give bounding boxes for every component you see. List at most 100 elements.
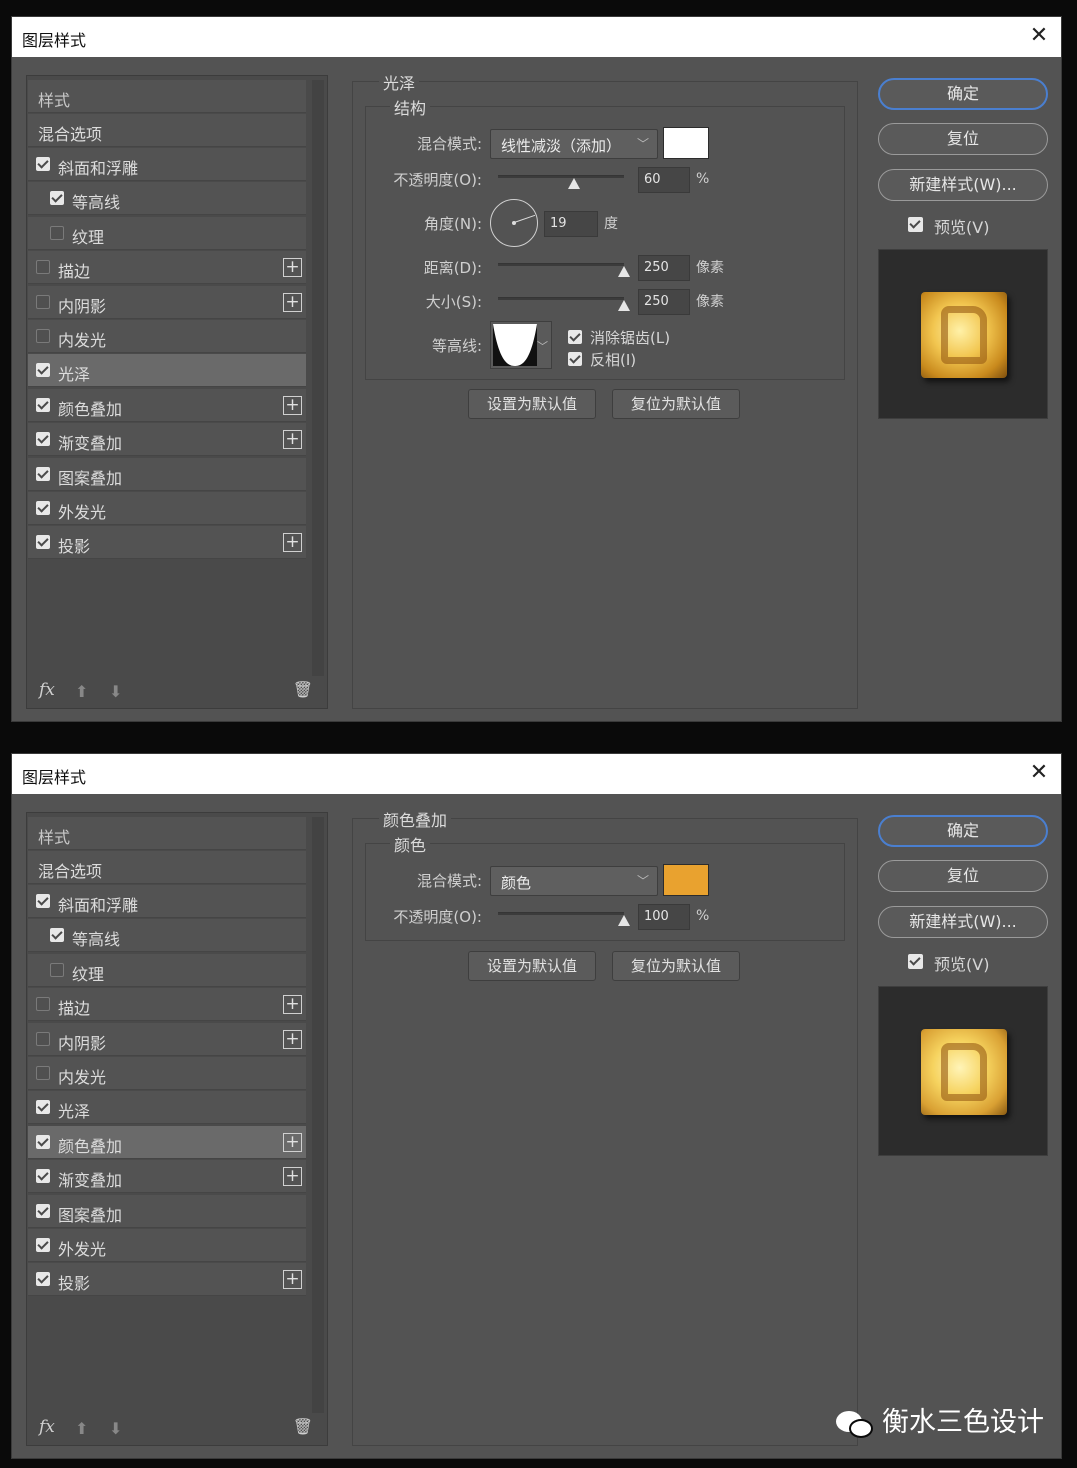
color-swatch[interactable] bbox=[663, 127, 709, 159]
style-item[interactable]: 斜面和浮雕 bbox=[28, 148, 306, 181]
move-down-icon[interactable]: ⬇ bbox=[109, 682, 122, 701]
style-item[interactable]: 纹理 bbox=[28, 953, 306, 987]
style-item[interactable]: 渐变叠加 + bbox=[28, 423, 306, 457]
trash-icon[interactable]: 🗑 bbox=[293, 680, 313, 699]
style-item-checkbox[interactable] bbox=[36, 329, 50, 343]
style-list-header[interactable]: 样式 bbox=[28, 817, 306, 850]
style-list-scrollbar[interactable] bbox=[312, 817, 324, 1413]
style-item-checkbox[interactable] bbox=[36, 997, 50, 1012]
distance-slider-thumb[interactable] bbox=[618, 266, 630, 277]
style-item[interactable]: 内阴影 + bbox=[28, 1022, 306, 1056]
style-item[interactable]: 颜色叠加 + bbox=[28, 388, 306, 422]
style-item[interactable]: 渐变叠加 + bbox=[28, 1160, 306, 1194]
new-style-button[interactable]: 新建样式(W)... bbox=[878, 906, 1048, 938]
style-list-header[interactable]: 样式 bbox=[28, 80, 306, 113]
ok-button[interactable]: 确定 bbox=[878, 78, 1048, 110]
add-effect-plus-icon[interactable]: + bbox=[283, 1132, 302, 1152]
style-item-checkbox[interactable] bbox=[36, 501, 50, 515]
trash-icon[interactable]: 🗑 bbox=[293, 1417, 313, 1436]
add-effect-plus-icon[interactable]: + bbox=[283, 533, 302, 553]
style-item-checkbox[interactable] bbox=[36, 1031, 50, 1046]
style-item[interactable]: 外发光 bbox=[28, 492, 306, 525]
style-item[interactable]: 等高线 bbox=[28, 182, 306, 216]
style-item[interactable]: 内阴影 + bbox=[28, 285, 306, 319]
preview-check-icon[interactable] bbox=[908, 217, 923, 232]
add-effect-plus-icon[interactable]: + bbox=[283, 292, 302, 312]
add-effect-plus-icon[interactable]: + bbox=[283, 995, 302, 1015]
opacity-slider[interactable] bbox=[498, 175, 624, 189]
style-item[interactable]: 等高线 bbox=[28, 919, 306, 953]
blend-mode-select[interactable]: 颜色 ﹀ bbox=[490, 866, 658, 896]
fx-icon[interactable]: fx bbox=[39, 680, 55, 700]
style-item-checkbox[interactable] bbox=[36, 1169, 50, 1184]
close-icon[interactable]: ✕ bbox=[1027, 760, 1051, 786]
style-item-checkbox[interactable] bbox=[36, 1238, 50, 1252]
opacity-slider[interactable] bbox=[498, 912, 630, 926]
add-effect-plus-icon[interactable]: + bbox=[283, 1167, 302, 1187]
reset-button[interactable]: 复位 bbox=[878, 860, 1048, 892]
fx-icon[interactable]: fx bbox=[39, 1417, 55, 1437]
color-swatch[interactable] bbox=[663, 864, 709, 896]
style-item[interactable]: 描边 + bbox=[28, 251, 306, 285]
contour-picker[interactable]: ﹀ bbox=[490, 321, 552, 369]
style-item[interactable]: 内发光 bbox=[28, 1057, 306, 1090]
style-item[interactable]: 颜色叠加 + bbox=[28, 1125, 306, 1159]
style-item-checkbox[interactable] bbox=[36, 1066, 50, 1080]
invert-check-icon[interactable] bbox=[568, 352, 582, 366]
style-list-scrollbar[interactable] bbox=[312, 80, 324, 676]
style-item-checkbox[interactable] bbox=[36, 1100, 50, 1115]
opacity-input[interactable]: 100 bbox=[638, 904, 690, 930]
opacity-slider-thumb[interactable] bbox=[567, 178, 580, 189]
blend-mode-select[interactable]: 线性减淡（添加） ﹀ bbox=[490, 129, 658, 159]
style-item[interactable]: 图案叠加 bbox=[28, 1194, 306, 1228]
size-slider[interactable] bbox=[498, 297, 630, 311]
style-item[interactable]: 斜面和浮雕 bbox=[28, 885, 306, 918]
new-style-button[interactable]: 新建样式(W)... bbox=[878, 169, 1048, 201]
opacity-slider-thumb[interactable] bbox=[618, 915, 630, 926]
add-effect-plus-icon[interactable]: + bbox=[283, 258, 302, 278]
style-item[interactable]: 内发光 bbox=[28, 320, 306, 353]
opacity-input[interactable]: 60 bbox=[638, 167, 690, 193]
move-down-icon[interactable]: ⬇ bbox=[109, 1419, 122, 1438]
style-item-checkbox[interactable] bbox=[50, 962, 64, 977]
style-item-checkbox[interactable] bbox=[36, 260, 50, 275]
style-item[interactable]: 投影 + bbox=[28, 526, 306, 560]
size-slider-thumb[interactable] bbox=[618, 300, 630, 311]
add-effect-plus-icon[interactable]: + bbox=[283, 430, 302, 450]
antialias-check-icon[interactable] bbox=[568, 330, 582, 344]
style-item-checkbox[interactable] bbox=[50, 191, 64, 206]
style-item-checkbox[interactable] bbox=[36, 1272, 50, 1287]
distance-input[interactable]: 250 bbox=[638, 255, 690, 281]
distance-slider[interactable] bbox=[498, 263, 630, 277]
style-item-checkbox[interactable] bbox=[36, 535, 50, 550]
style-item[interactable]: 外发光 bbox=[28, 1229, 306, 1262]
style-item-checkbox[interactable] bbox=[36, 1203, 50, 1218]
style-item-checkbox[interactable] bbox=[36, 432, 50, 447]
style-item-checkbox[interactable] bbox=[36, 363, 50, 378]
add-effect-plus-icon[interactable]: + bbox=[283, 1270, 302, 1290]
style-item-checkbox[interactable] bbox=[36, 397, 50, 412]
style-item-checkbox[interactable] bbox=[50, 928, 64, 943]
style-item-checkbox[interactable] bbox=[36, 1134, 50, 1149]
style-item-checkbox[interactable] bbox=[36, 157, 50, 171]
ok-button[interactable]: 确定 bbox=[878, 815, 1048, 847]
style-item[interactable]: 纹理 bbox=[28, 216, 306, 250]
set-default-button[interactable]: 设置为默认值 bbox=[468, 389, 596, 419]
style-item-checkbox[interactable] bbox=[36, 894, 50, 908]
reset-default-button[interactable]: 复位为默认值 bbox=[612, 389, 740, 419]
style-item[interactable]: 光泽 bbox=[28, 1091, 306, 1125]
close-icon[interactable]: ✕ bbox=[1027, 23, 1051, 49]
style-item[interactable]: 图案叠加 bbox=[28, 457, 306, 491]
add-effect-plus-icon[interactable]: + bbox=[283, 395, 302, 415]
style-item[interactable]: 光泽 bbox=[28, 354, 306, 388]
move-up-icon[interactable]: ⬆ bbox=[75, 1419, 88, 1438]
blend-options-item[interactable]: 混合选项 bbox=[28, 851, 306, 884]
reset-default-button[interactable]: 复位为默认值 bbox=[612, 951, 740, 981]
style-item-checkbox[interactable] bbox=[36, 294, 50, 309]
style-item[interactable]: 描边 + bbox=[28, 988, 306, 1022]
style-item-checkbox[interactable] bbox=[50, 225, 64, 240]
blend-options-item[interactable]: 混合选项 bbox=[28, 114, 306, 147]
preview-check-icon[interactable] bbox=[908, 954, 923, 969]
style-item-checkbox[interactable] bbox=[36, 466, 50, 481]
size-input[interactable]: 250 bbox=[638, 289, 690, 315]
